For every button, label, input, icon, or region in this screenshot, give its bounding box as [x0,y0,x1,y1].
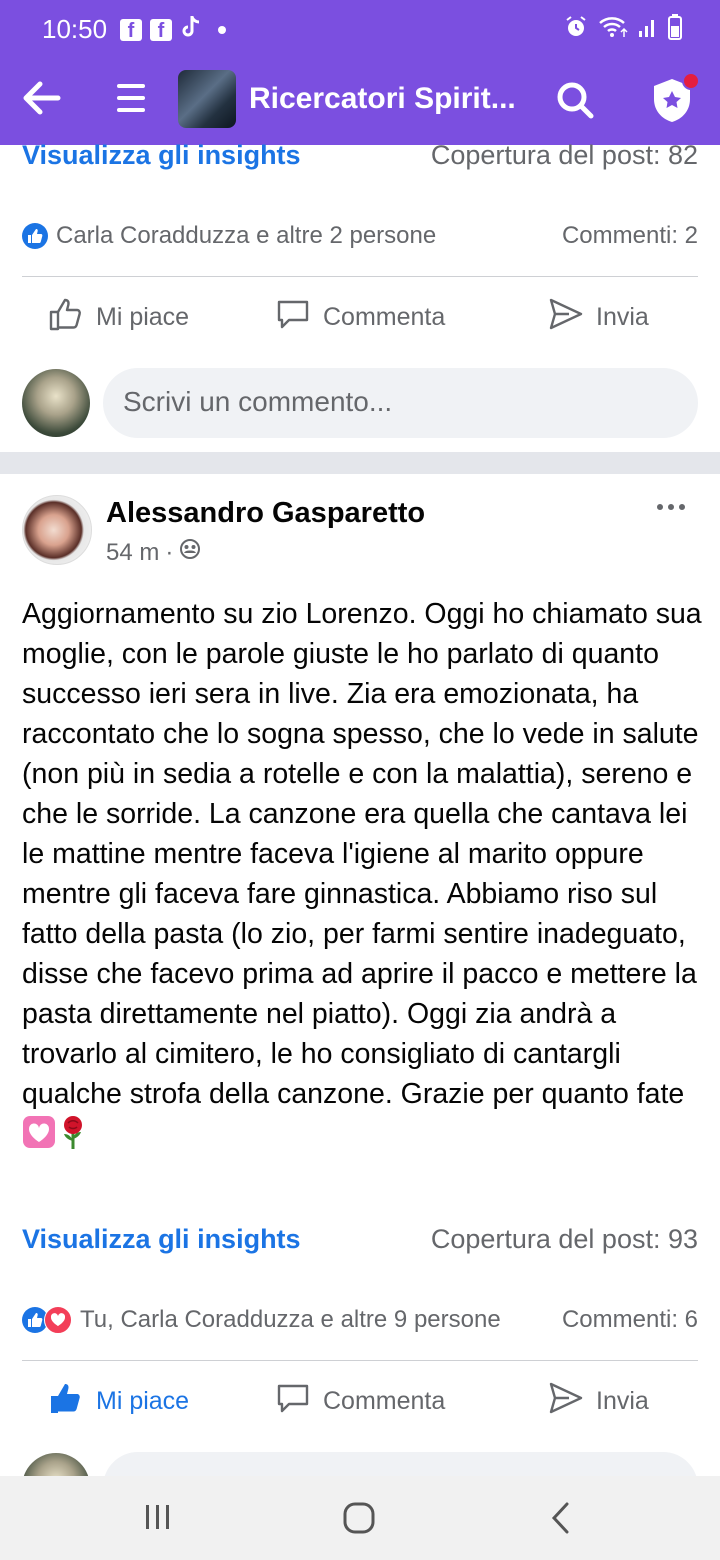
home-icon[interactable] [341,1500,377,1541]
reactions-summary[interactable]: Tu, Carla Coradduzza e altre 9 persone C… [22,1306,698,1334]
like-label: Mi piace [96,1386,190,1415]
comment-input[interactable]: Scrivi un commento... [103,368,698,438]
like-button[interactable]: Mi piace [48,277,189,357]
wifi-icon [598,15,628,44]
love-reaction-icon [44,1306,72,1334]
comment-label: Commenta [323,302,446,331]
toolbar: Ricercatori Spirit... [0,58,720,145]
alarm-icon [564,15,588,44]
view-insights-link[interactable]: Visualizza gli insights [22,140,301,171]
notification-icons: f f [120,14,226,45]
send-icon [548,1380,584,1423]
thumbs-up-filled-icon [48,1380,84,1423]
recent-apps-icon[interactable] [143,1500,173,1539]
system-nav-bar [0,1476,720,1560]
thumbs-up-icon [48,296,84,339]
comments-count[interactable]: Commenti: 6 [562,1306,698,1334]
battery-icon [668,14,682,45]
post-text: Aggiornamento su zio Lorenzo. Oggi ho ch… [22,594,702,1161]
comments-count[interactable]: Commenti: 2 [562,222,698,250]
notification-badge [682,72,700,90]
post-reach: Copertura del post: 82 [430,140,698,170]
more-options-icon[interactable] [657,504,685,510]
heart-decoration-icon [22,1115,56,1160]
comment-bubble-icon [275,1380,311,1423]
facebook-icon: f [150,18,172,42]
post-time[interactable]: 54 m [106,539,159,567]
system-icons [564,14,682,45]
post-body: Aggiornamento su zio Lorenzo. Oggi ho ch… [22,598,702,1110]
post-meta: 54 m · [106,538,201,567]
post-separator [0,452,720,474]
meta-separator: · [165,538,174,566]
facebook-icon: f [120,18,142,42]
app-header: 10:50 f f Ricercatori Spirit... [0,0,720,145]
post-reach: Copertura del post: 93 [430,1224,698,1254]
back-nav-icon[interactable] [548,1500,574,1541]
send-button[interactable]: Invia [548,1361,649,1441]
signal-icon [638,15,658,44]
status-bar: 10:50 f f [0,0,720,58]
dot-icon [218,25,226,34]
send-button[interactable]: Invia [548,277,649,357]
comment-button[interactable]: Commenta [275,1361,445,1441]
comment-button[interactable]: Commenta [275,277,445,357]
post-actions: Mi piace Commenta Invia [0,277,720,357]
comment-label: Commenta [323,1386,446,1415]
tiktok-icon [180,14,202,45]
author-avatar[interactable] [22,495,92,565]
back-arrow-icon[interactable] [22,78,62,123]
reactions-text: Carla Coradduzza e altre 2 persone [56,222,437,249]
like-reaction-icon [22,223,48,249]
group-members-icon [179,538,201,567]
group-cover-thumbnail[interactable] [178,70,236,128]
comment-bubble-icon [275,296,311,339]
author-name[interactable]: Alessandro Gasparetto [106,497,425,530]
send-icon [548,296,584,339]
like-label: Mi piace [96,302,190,331]
send-label: Invia [596,302,649,331]
group-title[interactable]: Ricercatori Spirit... [249,82,539,116]
send-label: Invia [596,1386,649,1415]
menu-icon[interactable] [115,80,147,121]
comment-placeholder: Scrivi un commento... [123,386,393,417]
reactions-text: Tu, Carla Coradduzza e altre 9 persone [80,1306,501,1333]
search-icon[interactable] [555,80,595,125]
status-time: 10:50 [42,14,108,44]
rose-icon [56,1114,90,1161]
post-actions: Mi piace Commenta Invia [0,1361,720,1441]
view-insights-link[interactable]: Visualizza gli insights [22,1224,301,1255]
like-button[interactable]: Mi piace [48,1361,189,1441]
reactions-summary[interactable]: Carla Coradduzza e altre 2 persone Comme… [22,222,698,250]
user-avatar [22,369,90,437]
